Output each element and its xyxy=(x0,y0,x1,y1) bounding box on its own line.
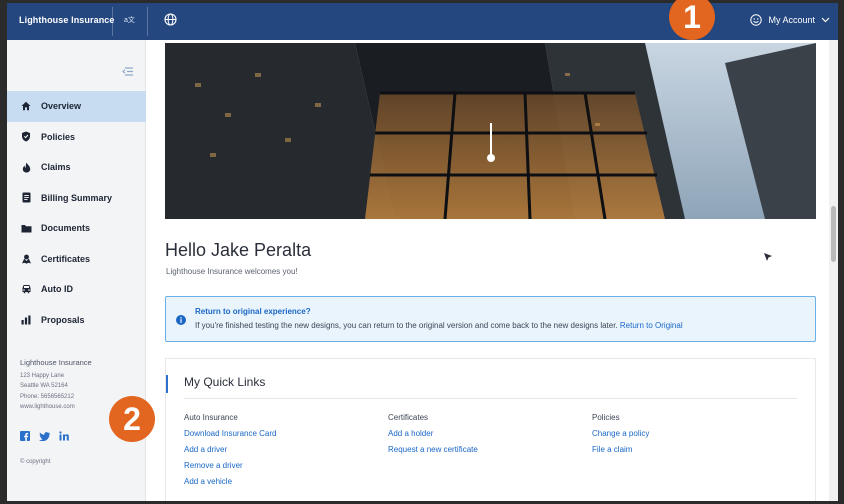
banner-body: If you're finished testing the new desig… xyxy=(195,321,683,330)
language-icon[interactable]: a文 xyxy=(124,14,140,26)
sidebar-item-label: Certificates xyxy=(41,253,91,264)
twitter-icon[interactable] xyxy=(39,431,50,441)
sidebar-item-label: Documents xyxy=(41,223,91,234)
banner-title-link[interactable]: Return to original experience? xyxy=(195,307,311,316)
sidebar-item-label: Overview xyxy=(41,101,82,112)
hero-image xyxy=(165,43,816,219)
main-content: Hello Jake Peralta Lighthouse Insurance … xyxy=(146,40,838,501)
quick-link[interactable]: Change a policy xyxy=(592,430,649,446)
home-icon xyxy=(19,101,33,111)
brand-name[interactable]: Lighthouse Insurance xyxy=(19,15,115,25)
quick-link[interactable]: File a claim xyxy=(592,446,649,462)
facebook-icon[interactable] xyxy=(20,431,30,441)
quick-link[interactable]: Download Insurance Card xyxy=(184,430,277,446)
quick-link[interactable]: Add a vehicle xyxy=(184,478,277,494)
divider xyxy=(112,7,113,36)
quick-links-column-certificates: Certificates Add a holder Request a new … xyxy=(388,413,478,462)
quick-links-card: My Quick Links Auto Insurance Download I… xyxy=(165,358,816,501)
quick-links-column-policies: Policies Change a policy File a claim xyxy=(592,413,649,462)
sidebar-nav: Overview Policies Claims Billing Summary xyxy=(7,91,146,335)
address-street: 123 Happy Lane xyxy=(20,372,65,379)
cursor-icon xyxy=(763,249,773,267)
sidebar-item-policies[interactable]: Policies xyxy=(7,122,146,153)
chart-icon xyxy=(19,315,33,325)
address-web[interactable]: www.lighthouse.com xyxy=(20,402,92,413)
company-name: Lighthouse Insurance xyxy=(20,358,92,367)
sidebar-item-certificates[interactable]: Certificates xyxy=(7,244,146,275)
shield-icon xyxy=(19,131,33,142)
sidebar-item-billing-summary[interactable]: Billing Summary xyxy=(7,183,146,214)
collapse-sidebar-icon[interactable] xyxy=(122,63,133,81)
linkedin-icon[interactable] xyxy=(59,431,69,441)
sidebar-item-label: Billing Summary xyxy=(41,192,113,203)
quick-link[interactable]: Add a holder xyxy=(388,430,478,446)
copyright: © copyright xyxy=(20,459,51,465)
info-banner: Return to original experience? If you're… xyxy=(165,296,816,342)
greeting-title: Hello Jake Peralta xyxy=(165,240,312,260)
chevron-down-icon xyxy=(821,17,830,23)
sidebar-item-documents[interactable]: Documents xyxy=(7,213,146,244)
my-account-label: My Account xyxy=(768,15,815,25)
quick-link[interactable]: Add a driver xyxy=(184,446,277,462)
company-address: Lighthouse Insurance 123 Happy Lane Seat… xyxy=(20,358,92,413)
sidebar-item-proposals[interactable]: Proposals xyxy=(7,305,146,336)
social-links xyxy=(20,431,69,441)
annotation-badge-2: 2 xyxy=(109,396,155,442)
divider xyxy=(184,398,797,399)
svg-text:a文: a文 xyxy=(124,15,135,24)
quick-link[interactable]: Remove a driver xyxy=(184,462,277,478)
globe-icon[interactable] xyxy=(164,13,177,31)
address-city: Seattle WA 52164 xyxy=(20,383,68,389)
quick-links-column-auto: Auto Insurance Download Insurance Card A… xyxy=(184,413,277,494)
car-icon xyxy=(19,284,33,294)
info-icon xyxy=(176,315,186,325)
sidebar-item-overview[interactable]: Overview xyxy=(7,91,146,122)
divider xyxy=(147,7,148,36)
quick-links-title: My Quick Links xyxy=(184,375,266,389)
welcome-text: Lighthouse Insurance welcomes you! xyxy=(166,267,298,276)
my-account-menu[interactable]: My Account xyxy=(750,14,830,26)
sidebar-item-label: Claims xyxy=(41,162,71,173)
column-header: Certificates xyxy=(388,413,429,422)
quick-link[interactable]: Request a new certificate xyxy=(388,446,478,462)
banner-body-text: If you're finished testing the new desig… xyxy=(195,321,618,330)
return-to-original-link[interactable]: Return to Original xyxy=(620,321,683,330)
receipt-icon xyxy=(19,192,33,203)
sidebar-item-claims[interactable]: Claims xyxy=(7,152,146,183)
column-header: Policies xyxy=(592,413,620,422)
scrollbar[interactable] xyxy=(829,40,838,501)
address-phone: Phone: 5656565212 xyxy=(20,393,75,400)
sidebar-item-auto-id[interactable]: Auto ID xyxy=(7,274,146,305)
user-smile-icon xyxy=(750,14,763,26)
scrollbar-thumb[interactable] xyxy=(831,206,836,262)
folder-icon xyxy=(19,224,33,233)
sidebar-item-label: Proposals xyxy=(41,314,85,325)
sidebar-item-label: Auto ID xyxy=(41,284,73,295)
sidebar-item-label: Policies xyxy=(41,131,76,142)
section-accent-bar xyxy=(166,375,168,393)
fire-icon xyxy=(19,162,33,173)
column-header: Auto Insurance xyxy=(184,413,238,422)
certificate-icon xyxy=(19,254,33,264)
